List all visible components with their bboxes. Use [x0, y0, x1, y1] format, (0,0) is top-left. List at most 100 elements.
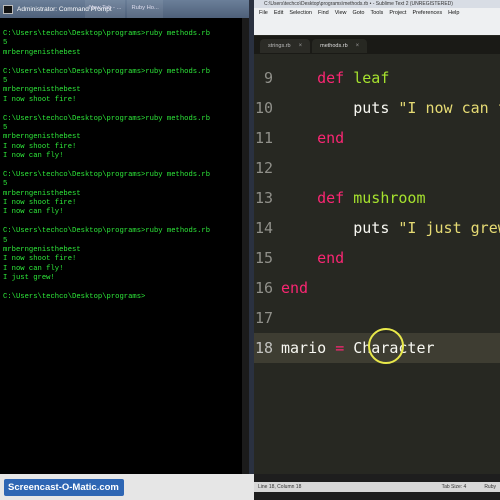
cmd-output-line: C:\Users\techco\Desktop\programs>ruby me…: [3, 227, 211, 236]
cursor-highlight-circle: [368, 328, 404, 364]
code-text: mario = Character: [281, 333, 435, 363]
cmd-output-line: 5: [3, 180, 8, 189]
line-number: 13: [254, 189, 273, 207]
menu-view[interactable]: View: [332, 10, 350, 16]
cmd-output-line: 5: [3, 76, 8, 85]
cmd-output-line: C:\Users\techco\Desktop\programs>ruby me…: [3, 67, 211, 76]
keyword-token: end: [281, 279, 309, 297]
syntax-mode[interactable]: Ruby: [484, 484, 496, 490]
watermark: Screencast-O-Matic.com: [4, 479, 124, 496]
cmd-output-line: I now can fly!: [3, 152, 64, 161]
code-text: def mushroom: [281, 183, 426, 213]
cmd-output-line: I now shoot fire!: [3, 199, 77, 208]
cmd-output-line: [3, 161, 243, 170]
close-icon[interactable]: ×: [299, 43, 303, 49]
menu-goto[interactable]: Goto: [350, 10, 368, 16]
code-line[interactable]: 17: [254, 303, 500, 333]
menu-tools[interactable]: Tools: [367, 10, 386, 16]
code-line[interactable]: 16 end: [254, 273, 500, 303]
code-text: puts "I just grew!": [281, 213, 500, 243]
line-number: 14: [254, 219, 273, 237]
code-line[interactable]: 11 end: [254, 123, 500, 153]
menu-file[interactable]: File: [256, 10, 271, 16]
sublime-tab-bar: strings.rb × methods.rb ×: [254, 36, 500, 54]
tab-strings-rb[interactable]: strings.rb ×: [260, 39, 311, 53]
code-line[interactable]: 18 mario = Character: [254, 328, 500, 364]
code-text: end: [281, 123, 344, 153]
code-line[interactable]: 9 def leaf: [254, 63, 500, 93]
tab-size[interactable]: Tab Size: 4: [442, 484, 467, 490]
menu-edit[interactable]: Edit: [271, 10, 286, 16]
line-number: 18: [254, 339, 273, 357]
command-prompt-window[interactable]: Administrator: Command Prompt New Tab - …: [0, 0, 249, 474]
menu-preferences[interactable]: Preferences: [409, 10, 445, 16]
tab-methods-rb[interactable]: methods.rb ×: [312, 39, 368, 53]
sublime-menubar: File Edit Selection Find View Goto Tools Projec…: [254, 8, 500, 35]
cmd-output-line: I now can fly!: [3, 208, 64, 217]
line-number: 12: [254, 159, 273, 177]
sublime-text-window[interactable]: C:\Users\techco\Desktop\programs\methods…: [254, 0, 500, 474]
line-number: 10: [254, 99, 273, 117]
cmd-output-line: C:\Users\techco\Desktop\programs>ruby me…: [3, 114, 211, 123]
cmd-output-line: [3, 58, 243, 67]
code-token: puts: [353, 99, 399, 117]
line-number: 16: [254, 279, 273, 297]
code-token: puts: [353, 219, 399, 237]
sublime-status-bar: Line 18, Column 18 Tab Size: 4 Ruby: [254, 482, 500, 492]
code-text: end: [281, 273, 308, 303]
tab-label: methods.rb: [320, 43, 348, 49]
keyword-token: def: [317, 189, 345, 207]
cmd-scrollbar[interactable]: [242, 18, 249, 474]
cursor-position: Line 18, Column 18: [258, 484, 302, 490]
cmd-output-line: mrberngenisthebest: [3, 86, 81, 95]
cmd-output-line: I now shoot fire!: [3, 95, 77, 104]
code-line[interactable]: 13 def mushroom: [254, 183, 500, 213]
code-line[interactable]: 14 puts "I just grew!": [254, 213, 500, 243]
keyword-token: def: [317, 69, 345, 87]
method-name-token: leaf: [353, 69, 390, 87]
method-name-token: mushroom: [353, 189, 426, 207]
line-number: 11: [254, 129, 273, 147]
sublime-titlebar[interactable]: C:\Users\techco\Desktop\programs\methods…: [254, 0, 500, 8]
cmd-output-line: [3, 284, 243, 293]
string-token: "I now can fly!": [398, 99, 500, 117]
close-icon[interactable]: ×: [356, 43, 360, 49]
cmd-output-line: mrberngenisthebest: [3, 48, 81, 57]
tab-label: strings.rb: [268, 43, 291, 49]
cmd-output-line: C:\Users\techco\Desktop\programs>ruby me…: [3, 170, 211, 179]
code-line[interactable]: 12: [254, 153, 500, 183]
cmd-output-line: 5: [3, 236, 8, 245]
menu-help[interactable]: Help: [445, 10, 462, 16]
code-line[interactable]: 15 end: [254, 243, 500, 273]
line-number: 17: [254, 309, 273, 327]
peek-tab[interactable]: New Tab - ...: [85, 0, 126, 18]
cmd-app-icon: [3, 4, 13, 14]
cmd-output-line: I now can fly!: [3, 264, 64, 273]
menu-project[interactable]: Project: [386, 10, 409, 16]
code-text: puts "I now can fly!": [281, 93, 500, 123]
cmd-output-line: [3, 218, 243, 227]
menu-selection[interactable]: Selection: [286, 10, 315, 16]
line-number: 15: [254, 249, 273, 267]
string-token: "I just grew!": [398, 219, 500, 237]
cmd-output-line: I now shoot fire!: [3, 142, 77, 151]
code-editor[interactable]: 9 def leaf10 puts "I now can fly!"11 end…: [254, 63, 500, 461]
sublime-title: C:\Users\techco\Desktop\programs\methods…: [264, 1, 453, 7]
cmd-output-line: mrberngenisthebest: [3, 133, 81, 142]
cmd-output-line: mrberngenisthebest: [3, 189, 81, 198]
cmd-titlebar[interactable]: Administrator: Command Prompt New Tab - …: [0, 0, 249, 18]
code-token: mario: [281, 339, 336, 357]
menu-find[interactable]: Find: [315, 10, 332, 16]
cmd-output-line: mrberngenisthebest: [3, 245, 81, 254]
cmd-output-line: I now shoot fire!: [3, 255, 77, 264]
operator-token: =: [335, 339, 345, 357]
cmd-output[interactable]: C:\Users\techco\Desktop\programs>ruby me…: [3, 30, 243, 302]
cmd-output-line: C:\Users\techco\Desktop\programs>: [3, 292, 146, 301]
peek-tab[interactable]: Ruby Ho...: [127, 0, 163, 18]
cmd-output-line: I just grew!: [3, 274, 55, 283]
taskbar-peek: New Tab - ... Ruby Ho...: [85, 0, 163, 18]
keyword-token: end: [317, 129, 345, 147]
code-line[interactable]: 10 puts "I now can fly!": [254, 93, 500, 123]
